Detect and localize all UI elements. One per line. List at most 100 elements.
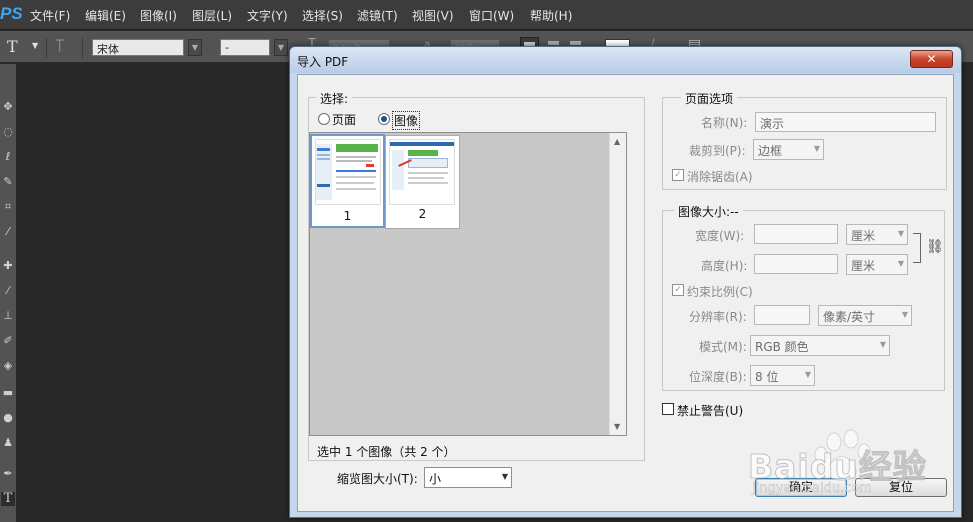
chevron-down-icon: ▼	[879, 340, 886, 349]
import-pdf-dialog: 导入 PDF ✕ 选择: 页面 图像 1 2 ▲ ▼ 选中 1 个图像（共 2 …	[289, 46, 962, 518]
dialog-body: 选择: 页面 图像 1 2 ▲ ▼ 选中 1 个图像（共 2 个） 缩览图大小(…	[297, 74, 954, 512]
font-style-select[interactable]: -	[220, 39, 270, 56]
thumbnail-preview	[315, 139, 381, 205]
thumbnail-list[interactable]: 1 2 ▲ ▼	[309, 132, 627, 436]
photoshop-logo-text: PS	[0, 4, 22, 23]
link-bracket	[913, 233, 921, 263]
menu-type[interactable]: 文字(Y)	[247, 7, 288, 24]
suppress-warnings-label[interactable]: 禁止警告(U)	[677, 402, 743, 419]
scroll-up-icon[interactable]: ▲	[614, 137, 620, 146]
scroll-down-icon[interactable]: ▼	[614, 422, 620, 431]
crop-to-label: 裁剪到(P):	[689, 144, 746, 158]
selection-status: 选中 1 个图像（共 2 个）	[317, 445, 456, 459]
height-label: 高度(H):	[701, 259, 748, 273]
font-family-select[interactable]: 宋体	[92, 39, 184, 56]
thumbnail-size-value: 小	[429, 472, 442, 486]
image-size-legend: 图像大小:--	[674, 203, 743, 220]
page-radio[interactable]	[318, 113, 330, 125]
lasso-tool-icon[interactable]: ℓ	[1, 150, 15, 164]
name-field[interactable]: 演示	[755, 112, 936, 132]
image-size-group: 图像大小:-- 宽度(W): 厘米 ▼ 高度(H): 厘米 ▼ ⛓ ✓ 约束比例…	[662, 203, 945, 391]
chevron-down-icon: ▼	[897, 229, 904, 238]
tool-preset-dropdown-icon[interactable]: ▼	[32, 41, 38, 50]
pen-tool-icon[interactable]: ✒	[1, 467, 15, 481]
width-unit-value: 厘米	[851, 229, 876, 243]
marquee-tool-icon[interactable]: ◌	[1, 125, 15, 139]
width-field[interactable]	[754, 224, 838, 244]
bit-depth-select[interactable]: 8 位 ▼	[750, 365, 815, 386]
dodge-tool-icon[interactable]: ♟	[1, 436, 15, 450]
type-tool-icon[interactable]: T	[1, 492, 15, 506]
dialog-titlebar[interactable]: 导入 PDF ✕	[290, 47, 961, 73]
height-field[interactable]	[754, 254, 838, 274]
quick-select-tool-icon[interactable]: ✎	[1, 175, 15, 189]
select-group: 选择: 页面 图像 1 2 ▲ ▼	[308, 90, 645, 461]
font-style-dropdown-icon[interactable]: ▼	[274, 39, 288, 56]
thumbnail-preview	[389, 139, 455, 205]
reset-button[interactable]: 复位	[855, 478, 947, 497]
history-brush-tool-icon[interactable]: ✐	[1, 334, 15, 348]
healing-brush-tool-icon[interactable]: ✚	[1, 259, 15, 273]
menu-file[interactable]: 文件(F)	[30, 7, 70, 24]
font-family-dropdown-icon[interactable]: ▼	[188, 39, 202, 56]
antialias-checkbox[interactable]: ✓	[672, 169, 684, 181]
constrain-proportions-checkbox[interactable]: ✓	[672, 284, 684, 296]
crop-to-value: 边框	[758, 144, 783, 158]
menu-bar: PS 文件(F) 编辑(E) 图像(I) 图层(L) 文字(Y) 选择(S) 滤…	[0, 0, 973, 30]
name-label: 名称(N):	[701, 116, 748, 130]
resolution-unit-value: 像素/英寸	[823, 310, 876, 324]
orientation-toggle-icon[interactable]: ⟙	[55, 36, 64, 56]
suppress-warnings-checkbox[interactable]	[662, 403, 674, 415]
width-label: 宽度(W):	[695, 229, 745, 243]
page-radio-label[interactable]: 页面	[332, 111, 356, 128]
menu-select[interactable]: 选择(S)	[302, 7, 343, 24]
menu-image[interactable]: 图像(I)	[140, 7, 177, 24]
chevron-down-icon: ▼	[804, 370, 811, 379]
image-radio-label[interactable]: 图像	[392, 111, 421, 130]
separator	[82, 38, 83, 58]
bit-depth-label: 位深度(B):	[689, 370, 747, 384]
thumbnail-scrollbar[interactable]: ▲ ▼	[609, 133, 626, 435]
resolution-field[interactable]	[754, 305, 810, 325]
antialias-label[interactable]: 消除锯齿(A)	[687, 168, 753, 185]
menu-edit[interactable]: 编辑(E)	[85, 7, 126, 24]
menu-layer[interactable]: 图层(L)	[192, 7, 232, 24]
page-options-group: 页面选项 名称(N): 演示 裁剪到(P): 边框 ▼ ✓ 消除锯齿(A)	[662, 90, 947, 190]
close-button[interactable]: ✕	[910, 50, 953, 68]
dialog-title: 导入 PDF	[297, 55, 349, 69]
clone-stamp-tool-icon[interactable]: ⊥	[1, 309, 15, 323]
menu-view[interactable]: 视图(V)	[412, 7, 454, 24]
menu-window[interactable]: 窗口(W)	[469, 7, 514, 24]
height-unit-value: 厘米	[851, 259, 876, 273]
thumbnail-2[interactable]: 2	[385, 135, 460, 229]
ok-button[interactable]: 确定	[755, 478, 847, 497]
eraser-tool-icon[interactable]: ◈	[1, 359, 15, 373]
type-tool-icon[interactable]: T	[7, 37, 18, 56]
resolution-unit-select[interactable]: 像素/英寸 ▼	[818, 305, 912, 326]
mode-label: 模式(M):	[699, 340, 747, 354]
height-unit-select[interactable]: 厘米 ▼	[846, 254, 908, 275]
menu-filter[interactable]: 滤镜(T)	[357, 7, 398, 24]
thumbnail-1[interactable]: 1	[310, 134, 385, 228]
crop-to-select[interactable]: 边框 ▼	[753, 139, 824, 160]
gradient-tool-icon[interactable]: ▬	[1, 386, 15, 400]
mode-value: RGB 颜色	[755, 340, 809, 354]
width-unit-select[interactable]: 厘米 ▼	[846, 224, 908, 245]
chevron-down-icon: ▼	[897, 259, 904, 268]
crop-tool-icon[interactable]: ⌗	[1, 200, 15, 214]
eyedropper-tool-icon[interactable]: ⁄	[1, 225, 15, 239]
thumbnail-number: 2	[418, 207, 427, 221]
chevron-down-icon: ▼	[813, 144, 820, 153]
move-tool-icon[interactable]: ✥	[1, 100, 15, 114]
toolbox: ✥ ◌ ℓ ✎ ⌗ ⁄ ✚ ⁄ ⊥ ✐ ◈ ▬ ● ♟ ✒ T	[0, 64, 17, 522]
image-radio[interactable]	[378, 113, 390, 125]
constrain-proportions-label[interactable]: 约束比例(C)	[687, 283, 753, 300]
mode-select[interactable]: RGB 颜色 ▼	[750, 335, 890, 356]
blur-tool-icon[interactable]: ●	[1, 411, 15, 425]
brush-tool-icon[interactable]: ⁄	[1, 284, 15, 298]
menu-help[interactable]: 帮助(H)	[530, 7, 572, 24]
thumbnail-size-select[interactable]: 小 ▼	[424, 467, 512, 488]
bit-depth-value: 8 位	[755, 370, 779, 384]
photoshop-logo: PS	[0, 4, 22, 26]
page-options-legend: 页面选项	[681, 90, 738, 107]
